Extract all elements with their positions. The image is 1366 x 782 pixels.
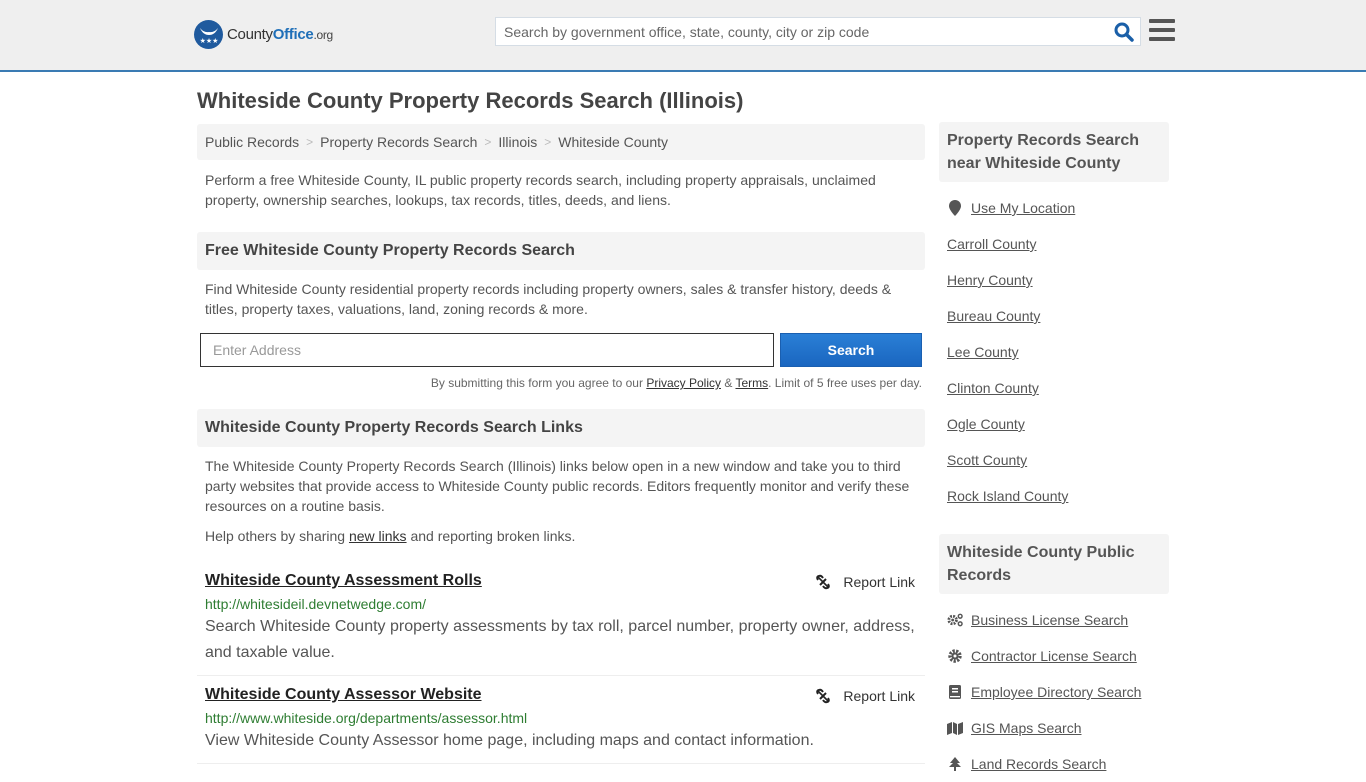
use-my-location-link[interactable]: Use My Location [971, 200, 1075, 216]
breadcrumb-separator: > [544, 135, 552, 149]
nearby-county-link[interactable]: Ogle County [947, 416, 1025, 432]
resource-item: Whiteside County Assessment Rolls Report… [197, 562, 925, 676]
nearby-county-item: Ogle County [947, 406, 1161, 442]
resource-title-link[interactable]: Whiteside County Assessor Website [205, 686, 482, 704]
site-search [495, 17, 1141, 46]
public-record-link[interactable]: Employee Directory Search [971, 684, 1141, 700]
nearby-county-item: Scott County [947, 442, 1161, 478]
nearby-county-link[interactable]: Clinton County [947, 380, 1039, 396]
report-link-button[interactable]: Report Link [815, 574, 915, 590]
public-records-list: Business License Search Contractor Licen… [939, 602, 1169, 782]
nearby-county-link[interactable]: Lee County [947, 344, 1019, 360]
public-record-item: GIS Maps Search [947, 710, 1161, 746]
breadcrumb-illinois[interactable]: Illinois [498, 134, 537, 150]
intro-text: Perform a free Whiteside County, IL publ… [205, 172, 876, 208]
tree-icon [947, 757, 963, 771]
help-text: Help others by sharing new links and rep… [205, 528, 576, 544]
eagle-stars-logo-icon: ★★★ [194, 20, 223, 49]
form-disclaimer: By submitting this form you agree to our… [430, 376, 922, 390]
nearby-county-link[interactable]: Rock Island County [947, 488, 1068, 504]
svg-text:★★★: ★★★ [199, 37, 218, 45]
public-record-link[interactable]: Land Records Search [971, 756, 1106, 772]
public-records-heading: Whiteside County Public Records [939, 534, 1169, 594]
gear-icon [947, 649, 963, 663]
use-location-item: Use My Location [947, 190, 1161, 226]
nearby-county-link[interactable]: Scott County [947, 452, 1027, 468]
public-record-item: Business License Search [947, 602, 1161, 638]
page-title: Whiteside County Property Records Search… [197, 88, 744, 113]
nearby-county-item: Henry County [947, 262, 1161, 298]
nearby-heading: Property Records Search near Whiteside C… [939, 122, 1169, 182]
report-link-button[interactable]: Report Link [815, 688, 915, 704]
links-section-description: The Whiteside County Property Records Se… [205, 458, 910, 514]
public-record-item: Contractor License Search [947, 638, 1161, 674]
breadcrumb: Public Records > Property Records Search… [197, 124, 925, 160]
privacy-policy-link[interactable]: Privacy Policy [646, 376, 721, 390]
nearby-county-item: Rock Island County [947, 478, 1161, 514]
site-header: ★★★ CountyOffice.org [0, 0, 1366, 72]
search-icon[interactable] [1114, 22, 1134, 42]
nearby-county-item: Bureau County [947, 298, 1161, 334]
links-section-heading: Whiteside County Property Records Search… [197, 409, 925, 447]
breadcrumb-separator: > [484, 135, 492, 149]
sidebar: Property Records Search near Whiteside C… [939, 122, 1169, 782]
logo-text: CountyOffice.org [227, 26, 333, 43]
breadcrumb-whiteside-county[interactable]: Whiteside County [558, 134, 668, 150]
resource-item: Whiteside County Assessor Website Report… [197, 676, 925, 764]
breadcrumb-public-records[interactable]: Public Records [205, 134, 299, 150]
terms-link[interactable]: Terms [735, 376, 768, 390]
address-search-button[interactable]: Search [780, 333, 922, 367]
resource-description: Search Whiteside County property assessm… [205, 618, 915, 661]
breadcrumb-separator: > [306, 135, 314, 149]
resource-url: http://whitesideil.devnetwedge.com/ [205, 596, 427, 612]
resource-url: http://www.whiteside.org/departments/ass… [205, 710, 528, 726]
resource-title-link[interactable]: Whiteside County Assessment Rolls [205, 572, 482, 590]
public-record-item: Employee Directory Search [947, 674, 1161, 710]
address-search-form: Search [197, 333, 925, 367]
public-record-item: Land Records Search [947, 746, 1161, 782]
nearby-county-link[interactable]: Henry County [947, 272, 1033, 288]
new-links-link[interactable]: new links [349, 528, 407, 544]
cogs-icon [947, 613, 963, 627]
free-search-heading: Free Whiteside County Property Records S… [197, 232, 925, 270]
nearby-county-link[interactable]: Bureau County [947, 308, 1040, 324]
nearby-county-item: Carroll County [947, 226, 1161, 262]
hamburger-menu-icon[interactable] [1149, 19, 1175, 43]
nearby-county-item: Clinton County [947, 370, 1161, 406]
address-input[interactable] [200, 333, 774, 367]
nearby-county-link[interactable]: Carroll County [947, 236, 1036, 252]
nearby-county-list: Use My Location Carroll County Henry Cou… [939, 190, 1169, 514]
resource-description: View Whiteside County Assessor home page… [205, 732, 814, 749]
book-icon [947, 685, 963, 699]
map-icon [947, 721, 963, 735]
site-logo[interactable]: ★★★ CountyOffice.org [194, 20, 333, 49]
public-record-link[interactable]: Contractor License Search [971, 648, 1137, 664]
broken-link-icon [816, 574, 831, 590]
breadcrumb-property-records-search[interactable]: Property Records Search [320, 134, 477, 150]
free-search-description: Find Whiteside County residential proper… [205, 281, 892, 317]
main-content: Public Records > Property Records Search… [197, 124, 925, 764]
public-record-link[interactable]: GIS Maps Search [971, 720, 1082, 736]
nearby-county-item: Lee County [947, 334, 1161, 370]
site-search-input[interactable] [496, 18, 1096, 45]
public-record-link[interactable]: Business License Search [971, 612, 1128, 628]
map-marker-icon [947, 200, 963, 216]
broken-link-icon [816, 688, 831, 704]
